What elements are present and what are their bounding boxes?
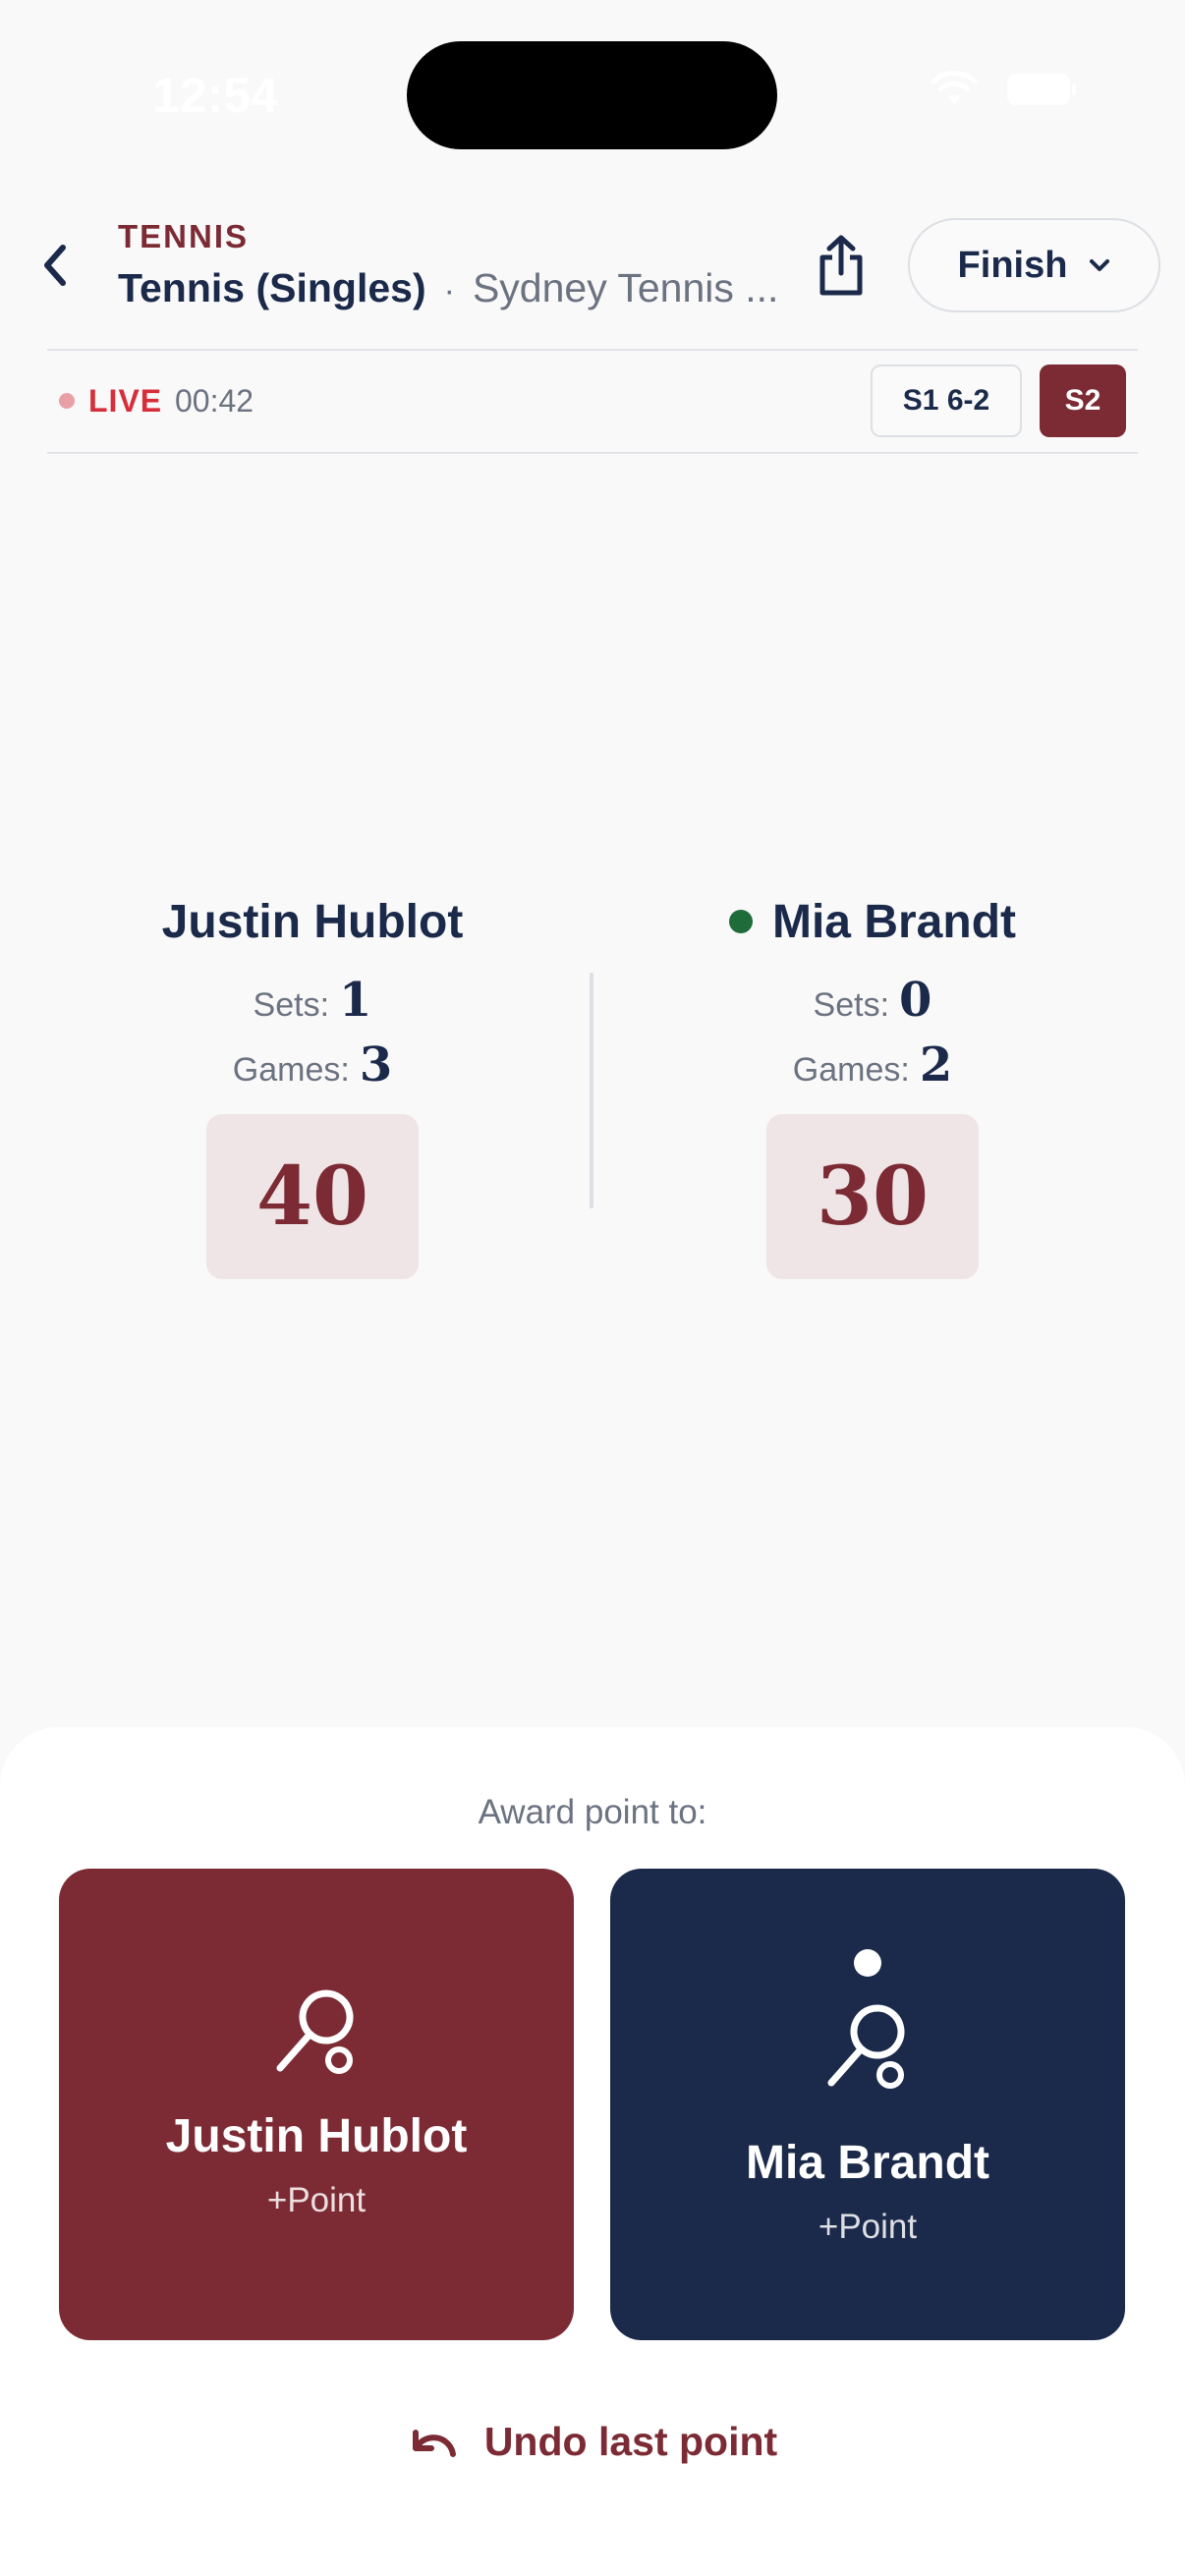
sets-label: Sets:: [813, 986, 890, 1024]
player-name-text: Mia Brandt: [771, 895, 1016, 948]
award-button-name: Mia Brandt: [745, 2137, 989, 2189]
award-button-sub: +Point: [266, 2181, 367, 2219]
chevron-down-icon: [1090, 259, 1110, 271]
games-label: Games:: [232, 1051, 350, 1089]
games-row: Games: 2: [617, 1037, 1128, 1092]
games-label: Games:: [792, 1051, 910, 1089]
award-button-name: Justin Hublot: [165, 2110, 468, 2162]
games-value: 2: [919, 1037, 953, 1092]
player-name: Mia Brandt: [617, 884, 1128, 959]
set-chip-s1[interactable]: S1 6-2: [871, 364, 1022, 437]
player-name-text: Justin Hublot: [161, 895, 464, 948]
elapsed-time: 00:42: [175, 383, 254, 419]
title-separator: ·: [443, 272, 455, 309]
undo-label: Undo last point: [483, 2419, 778, 2464]
dynamic-island: [407, 41, 777, 149]
score-divider: [590, 973, 593, 1208]
sets-value: 0: [899, 973, 932, 1028]
set-chip-s2[interactable]: S2: [1040, 364, 1126, 437]
live-label: LIVE: [88, 383, 163, 419]
games-row: Games: 3: [57, 1037, 568, 1092]
sets-value: 1: [339, 973, 372, 1028]
chevron-left-icon: [44, 245, 66, 286]
battery-icon: [1006, 73, 1077, 106]
tennis-racket-icon: [276, 1989, 354, 2074]
award-button-sub: +Point: [818, 2208, 918, 2246]
serving-indicator-dot: [728, 910, 753, 933]
award-point-button-justin[interactable]: Justin Hublot +Point: [59, 1869, 574, 2340]
points-box: 30: [766, 1114, 979, 1279]
share-icon: [819, 235, 863, 296]
header-divider: [47, 349, 1138, 351]
sets-row: Sets: 0: [617, 973, 1128, 1028]
tennis-racket-ball-icon: [827, 1949, 905, 2089]
live-bar-divider: [47, 452, 1138, 454]
award-prompt: Award point to:: [478, 1793, 707, 1831]
sets-row: Sets: 1: [57, 973, 568, 1028]
finish-label: Finish: [957, 244, 1068, 286]
award-point-button-mia[interactable]: Mia Brandt +Point: [610, 1869, 1125, 2340]
games-value: 3: [359, 1037, 393, 1092]
back-button[interactable]: [29, 236, 79, 295]
points-box: 40: [206, 1114, 419, 1279]
undo-icon: [412, 2429, 456, 2457]
screen: 12:54 TENNIS Tennis (Singles) · Sydney T…: [0, 0, 1185, 2576]
sport-label: TENNIS: [118, 218, 250, 254]
finish-button[interactable]: Finish: [908, 218, 1160, 312]
live-indicator-dot: [59, 393, 75, 409]
undo-last-point-button[interactable]: Undo last point: [0, 2419, 1185, 2465]
player-score-left: Justin Hublot Sets: 1 Games: 3 40: [57, 884, 568, 1279]
wifi-icon: [930, 71, 979, 108]
sets-label: Sets:: [253, 986, 330, 1024]
status-icons: [930, 71, 1077, 108]
match-title-line: Tennis (Singles) · Sydney Tennis ...: [118, 265, 778, 311]
share-button[interactable]: [812, 231, 871, 300]
player-score-right: Mia Brandt Sets: 0 Games: 2 30: [617, 884, 1128, 1279]
venue-name: Sydney Tennis ...: [472, 265, 779, 310]
match-title: Tennis (Singles): [118, 265, 426, 310]
status-time: 12:54: [152, 68, 278, 123]
player-name: Justin Hublot: [57, 884, 568, 959]
